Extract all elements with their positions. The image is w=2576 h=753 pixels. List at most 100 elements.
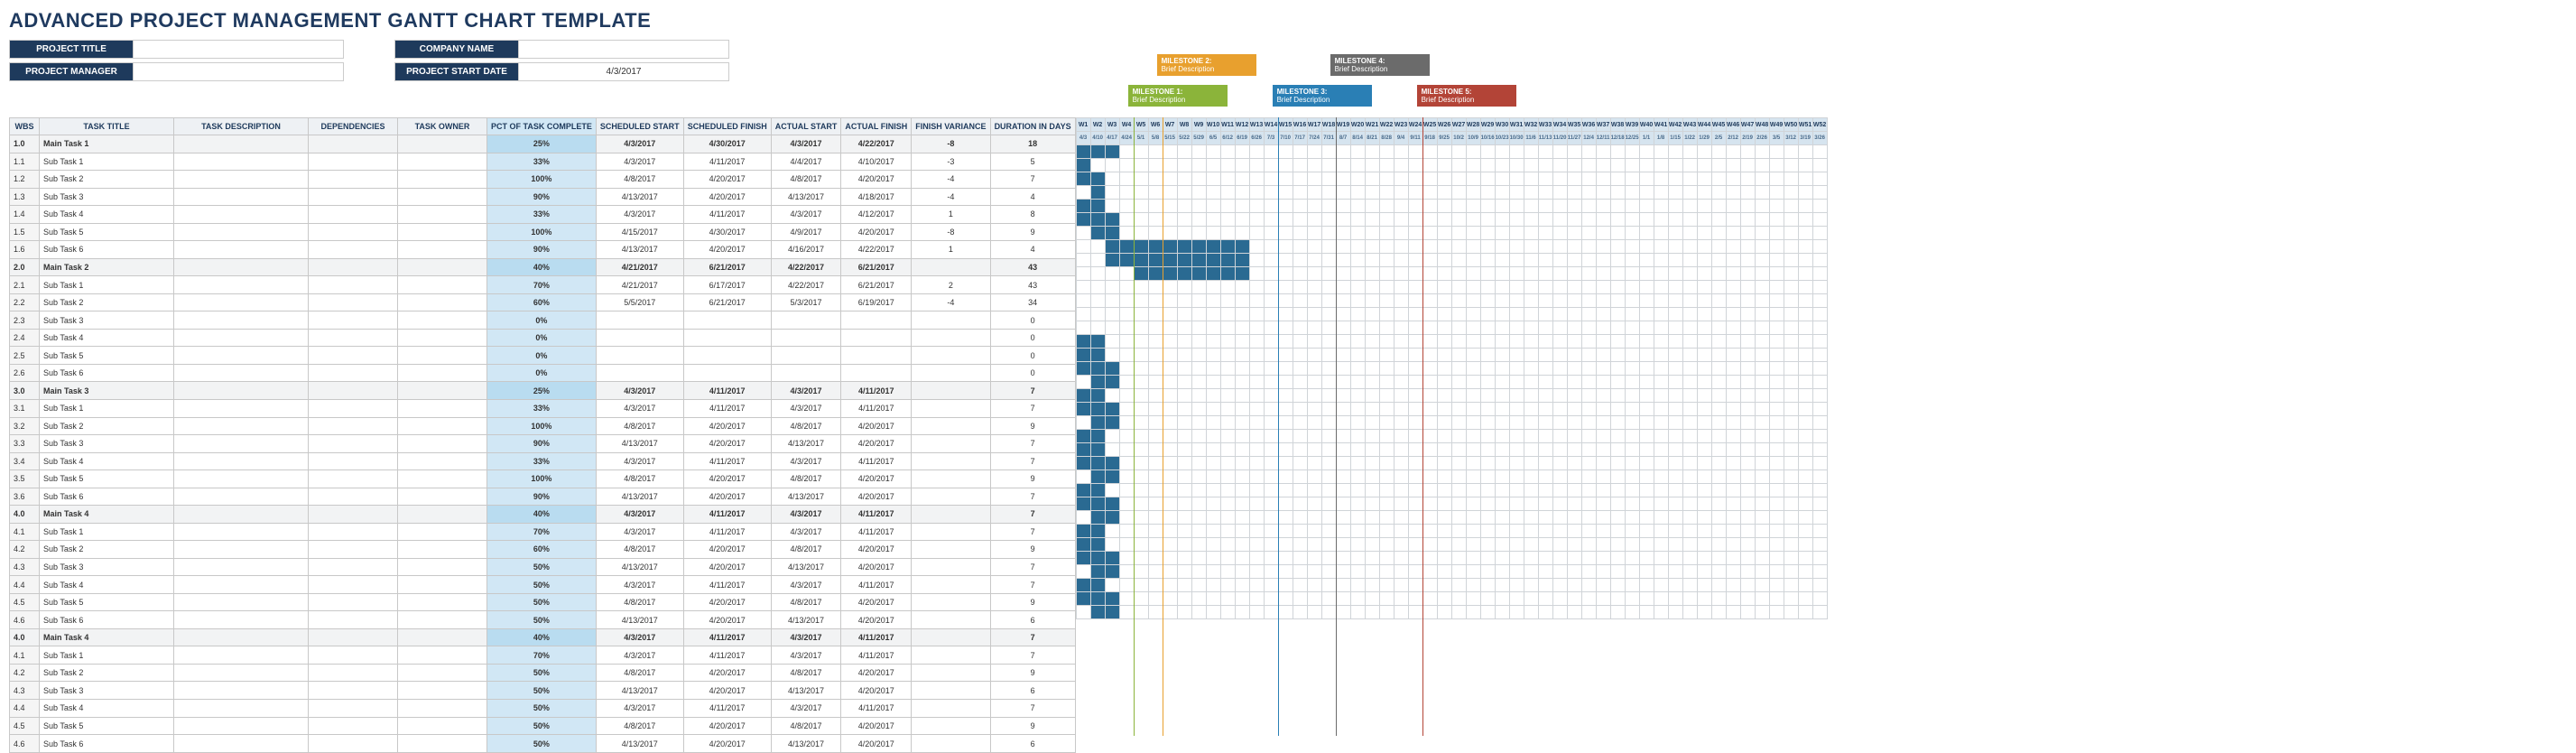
cell-title[interactable]: Main Task 4 (40, 628, 174, 646)
cell-blank[interactable] (398, 171, 487, 189)
task-row[interactable]: 4.5Sub Task 550%4/8/20174/20/20174/8/201… (10, 593, 1076, 611)
cell-ss[interactable]: 4/3/2017 (596, 382, 683, 400)
cell-dur[interactable]: 7 (990, 523, 1075, 541)
cell-as[interactable]: 4/3/2017 (771, 646, 841, 665)
cell-var[interactable] (912, 576, 990, 594)
cell-var[interactable] (912, 488, 990, 506)
cell-as[interactable]: 4/4/2017 (771, 153, 841, 171)
cell-af[interactable]: 4/20/2017 (841, 171, 912, 189)
cell-desc[interactable] (174, 311, 309, 330)
task-row[interactable]: 2.2Sub Task 260%5/5/20176/21/20175/3/201… (10, 293, 1076, 311)
cell-var[interactable] (912, 364, 990, 382)
cell-pct[interactable]: 33% (487, 399, 597, 417)
cell-title[interactable]: Sub Task 6 (40, 611, 174, 629)
cell-wbs[interactable]: 4.0 (10, 628, 40, 646)
cell-af[interactable]: 4/12/2017 (841, 206, 912, 224)
cell-ss[interactable]: 4/3/2017 (596, 153, 683, 171)
cell-blank[interactable] (309, 700, 398, 718)
cell-as[interactable]: 4/8/2017 (771, 664, 841, 682)
cell-af[interactable]: 4/20/2017 (841, 435, 912, 453)
cell-blank[interactable] (309, 329, 398, 347)
cell-wbs[interactable]: 4.1 (10, 523, 40, 541)
cell-blank[interactable] (309, 223, 398, 241)
cell-var[interactable] (912, 506, 990, 524)
cell-blank[interactable] (398, 364, 487, 382)
cell-title[interactable]: Sub Task 2 (40, 171, 174, 189)
cell-desc[interactable] (174, 646, 309, 665)
cell-as[interactable] (771, 364, 841, 382)
cell-ss[interactable]: 4/3/2017 (596, 135, 683, 153)
cell-blank[interactable] (398, 735, 487, 753)
cell-var[interactable] (912, 646, 990, 665)
cell-wbs[interactable]: 3.1 (10, 399, 40, 417)
cell-af[interactable]: 4/20/2017 (841, 735, 912, 753)
cell-af[interactable] (841, 311, 912, 330)
cell-dur[interactable]: 7 (990, 171, 1075, 189)
cell-title[interactable]: Sub Task 5 (40, 593, 174, 611)
cell-wbs[interactable]: 3.6 (10, 488, 40, 506)
cell-blank[interactable] (309, 576, 398, 594)
cell-blank[interactable] (398, 417, 487, 435)
cell-desc[interactable] (174, 364, 309, 382)
cell-as[interactable]: 4/22/2017 (771, 258, 841, 276)
cell-pct[interactable]: 90% (487, 435, 597, 453)
cell-ss[interactable]: 5/5/2017 (596, 293, 683, 311)
cell-desc[interactable] (174, 593, 309, 611)
cell-dur[interactable]: 7 (990, 646, 1075, 665)
cell-dur[interactable]: 7 (990, 558, 1075, 576)
cell-var[interactable] (912, 523, 990, 541)
cell-title[interactable]: Sub Task 3 (40, 435, 174, 453)
cell-var[interactable] (912, 593, 990, 611)
cell-dur[interactable]: 9 (990, 223, 1075, 241)
cell-blank[interactable] (398, 135, 487, 153)
cell-dur[interactable]: 9 (990, 541, 1075, 559)
cell-sf[interactable]: 4/11/2017 (683, 628, 771, 646)
cell-pct[interactable]: 60% (487, 541, 597, 559)
cell-pct[interactable]: 90% (487, 188, 597, 206)
cell-title[interactable]: Sub Task 3 (40, 682, 174, 700)
cell-blank[interactable] (398, 293, 487, 311)
cell-blank[interactable] (309, 682, 398, 700)
cell-wbs[interactable]: 1.1 (10, 153, 40, 171)
cell-af[interactable] (841, 364, 912, 382)
cell-af[interactable]: 4/20/2017 (841, 682, 912, 700)
cell-desc[interactable] (174, 171, 309, 189)
cell-title[interactable]: Sub Task 2 (40, 417, 174, 435)
cell-dur[interactable]: 9 (990, 417, 1075, 435)
cell-wbs[interactable]: 4.4 (10, 576, 40, 594)
cell-var[interactable]: 1 (912, 206, 990, 224)
cell-desc[interactable] (174, 488, 309, 506)
cell-as[interactable]: 4/3/2017 (771, 576, 841, 594)
cell-blank[interactable] (309, 293, 398, 311)
cell-af[interactable]: 4/20/2017 (841, 470, 912, 488)
task-row[interactable]: 3.5Sub Task 5100%4/8/20174/20/20174/8/20… (10, 470, 1076, 488)
cell-blank[interactable] (398, 541, 487, 559)
project-title-input[interactable] (134, 40, 344, 59)
cell-desc[interactable] (174, 435, 309, 453)
task-row[interactable]: 4.4Sub Task 450%4/3/20174/11/20174/3/201… (10, 576, 1076, 594)
cell-as[interactable]: 4/13/2017 (771, 682, 841, 700)
cell-as[interactable]: 4/13/2017 (771, 435, 841, 453)
cell-title[interactable]: Sub Task 5 (40, 223, 174, 241)
cell-ss[interactable]: 4/3/2017 (596, 399, 683, 417)
task-row[interactable]: 1.5Sub Task 5100%4/15/20174/30/20174/9/2… (10, 223, 1076, 241)
cell-af[interactable]: 4/11/2017 (841, 700, 912, 718)
cell-blank[interactable] (398, 646, 487, 665)
cell-var[interactable]: 1 (912, 241, 990, 259)
cell-wbs[interactable]: 3.3 (10, 435, 40, 453)
task-row[interactable]: 4.3Sub Task 350%4/13/20174/20/20174/13/2… (10, 682, 1076, 700)
cell-title[interactable]: Sub Task 6 (40, 364, 174, 382)
cell-title[interactable]: Sub Task 5 (40, 347, 174, 365)
cell-af[interactable]: 4/20/2017 (841, 223, 912, 241)
task-row[interactable]: 3.6Sub Task 690%4/13/20174/20/20174/13/2… (10, 488, 1076, 506)
cell-ss[interactable]: 4/3/2017 (596, 523, 683, 541)
cell-as[interactable]: 4/3/2017 (771, 523, 841, 541)
cell-title[interactable]: Main Task 3 (40, 382, 174, 400)
cell-sf[interactable]: 4/11/2017 (683, 523, 771, 541)
cell-desc[interactable] (174, 258, 309, 276)
cell-sf[interactable]: 6/17/2017 (683, 276, 771, 294)
cell-af[interactable]: 4/11/2017 (841, 523, 912, 541)
cell-wbs[interactable]: 2.5 (10, 347, 40, 365)
task-row[interactable]: 2.4Sub Task 40%0 (10, 329, 1076, 347)
project-manager-input[interactable] (134, 62, 344, 81)
